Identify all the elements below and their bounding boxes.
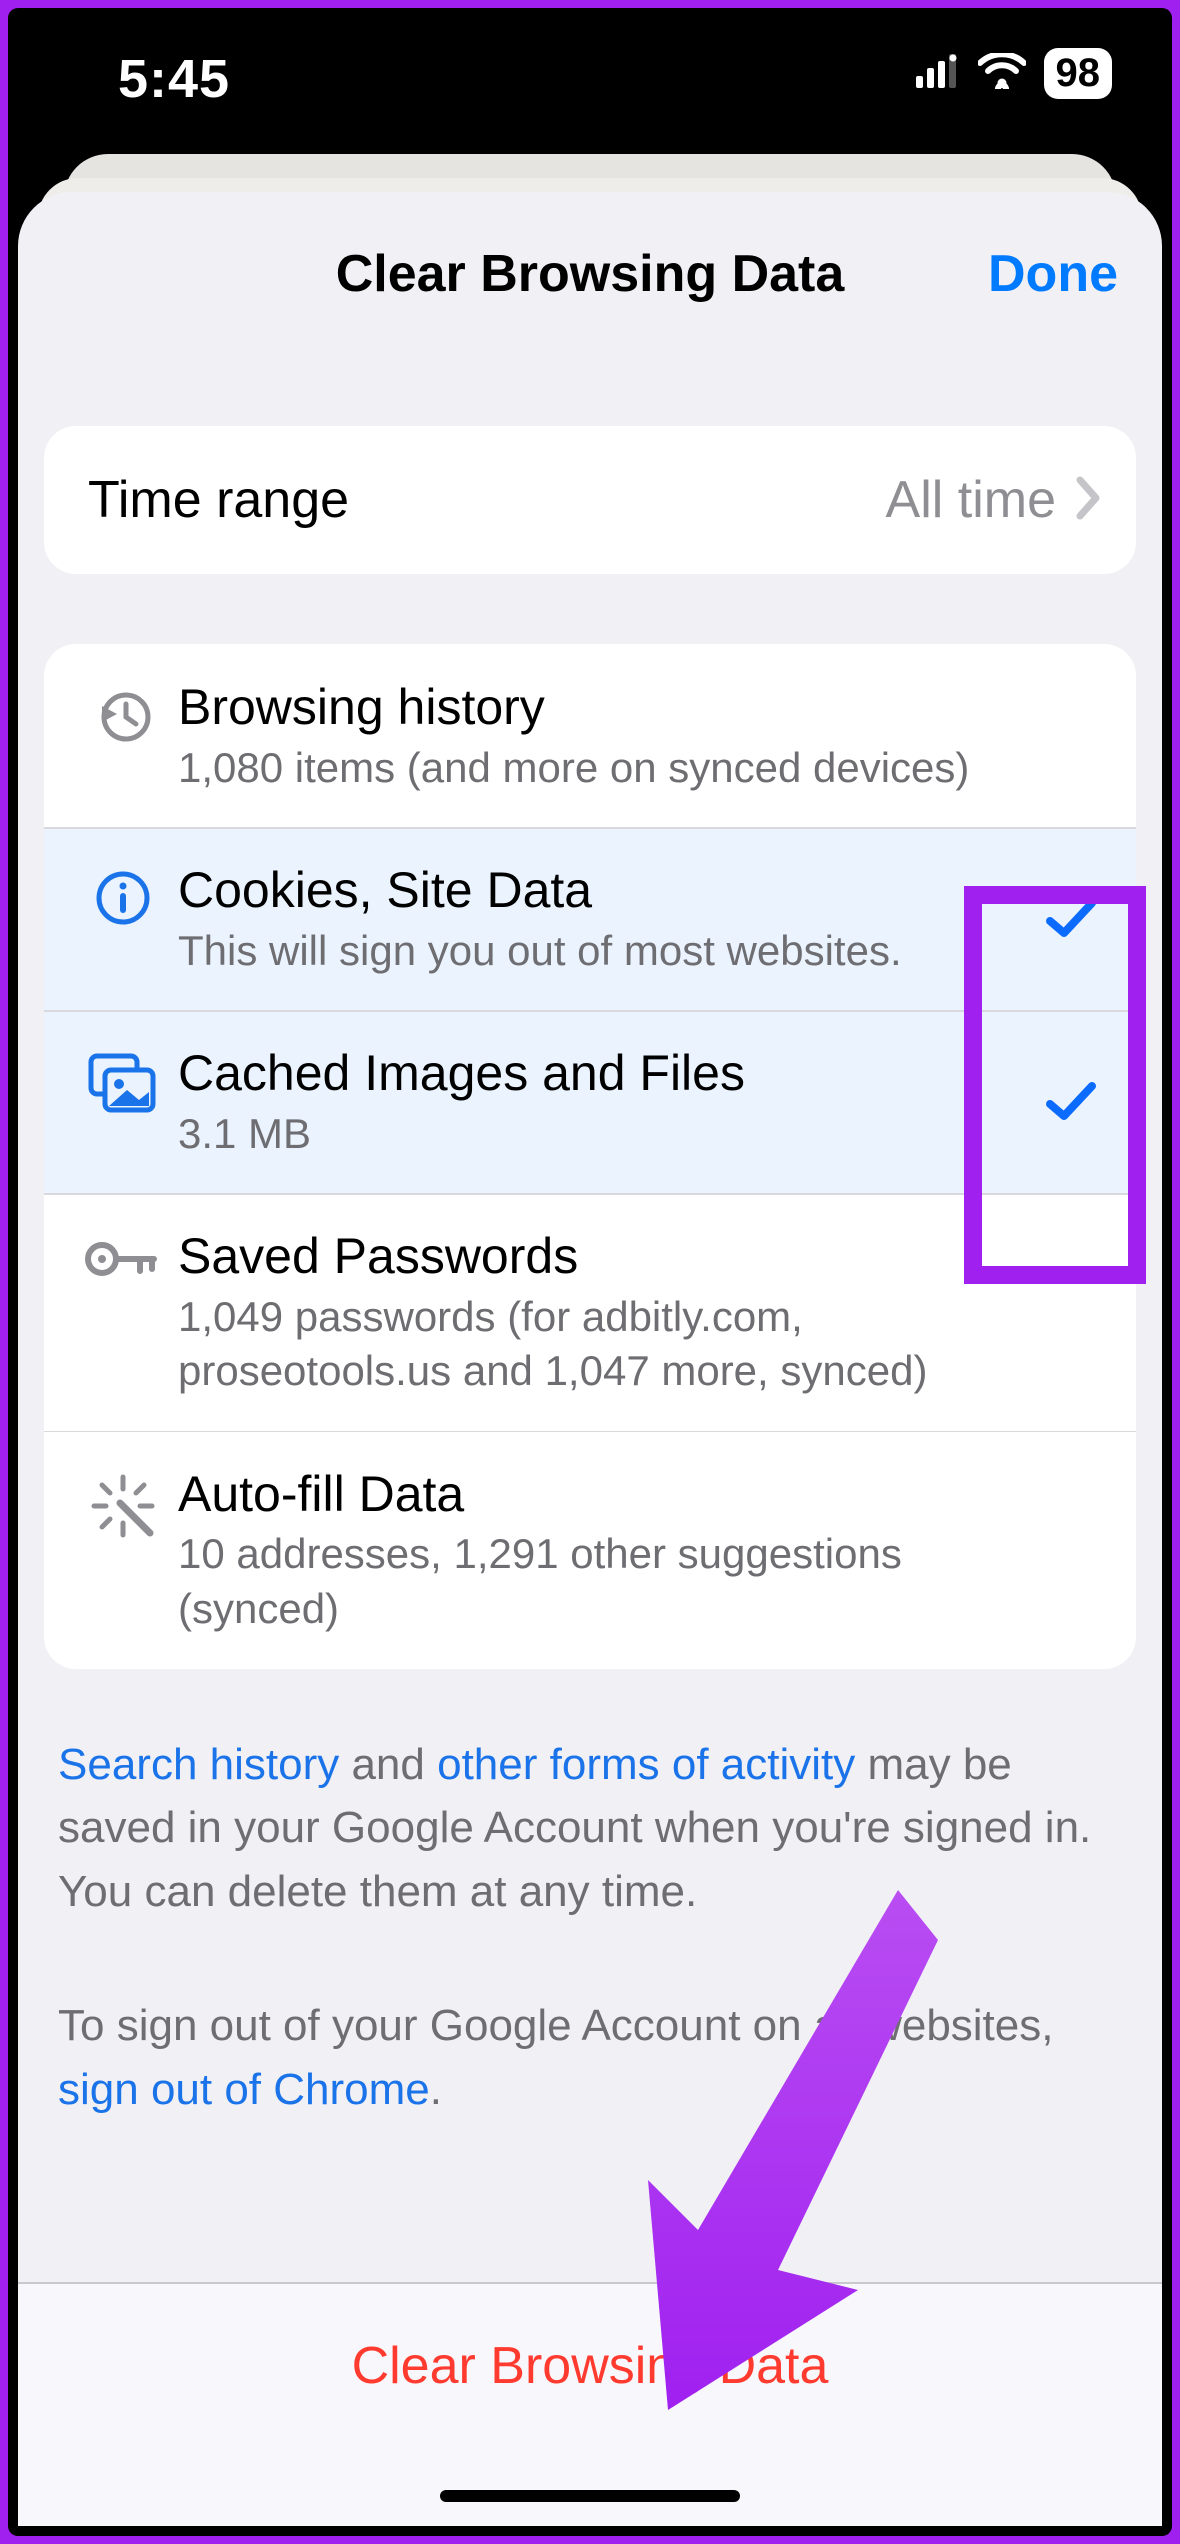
bottom-bar: Clear Browsing Data — [18, 2282, 1162, 2526]
history-icon — [68, 676, 178, 748]
footer-text: and — [339, 1740, 437, 1789]
data-type-row[interactable]: Saved Passwords1,049 passwords (for adbi… — [44, 1193, 1136, 1431]
status-bar: 5:45 98 — [8, 8, 1172, 148]
status-time: 5:45 — [118, 48, 230, 110]
footer-para-2: To sign out of your Google Account on al… — [58, 1994, 1122, 2122]
time-range-card: Time range All time — [44, 426, 1136, 574]
row-body: Auto-fill Data10 addresses, 1,291 other … — [178, 1463, 1036, 1637]
info-icon — [68, 859, 178, 927]
data-types-card: Browsing history1,080 items (and more on… — [44, 644, 1136, 1669]
search-history-link[interactable]: Search history — [58, 1740, 339, 1789]
images-icon — [68, 1042, 178, 1114]
clear-browsing-data-button[interactable]: Clear Browsing Data — [352, 2336, 829, 2396]
page-title: Clear Browsing Data — [336, 244, 845, 304]
cellular-icon — [916, 54, 960, 93]
row-body: Browsing history1,080 items (and more on… — [178, 676, 1036, 795]
row-subtitle: 10 addresses, 1,291 other suggestions (s… — [178, 1527, 1026, 1636]
row-body: Cached Images and Files3.1 MB — [178, 1042, 1036, 1161]
data-type-row[interactable]: Cached Images and Files3.1 MB — [44, 1010, 1136, 1193]
time-range-label: Time range — [88, 470, 886, 530]
checkmark-icon — [1036, 1080, 1106, 1124]
device-frame: 5:45 98 — [8, 8, 1172, 2536]
row-subtitle: This will sign you out of most websites. — [178, 924, 1026, 979]
sheet-header: Clear Browsing Data Done — [18, 192, 1162, 356]
row-subtitle: 1,080 items (and more on synced devices) — [178, 741, 1026, 796]
footer-text: . — [430, 2065, 442, 2114]
row-subtitle: 3.1 MB — [178, 1107, 1026, 1162]
data-type-row[interactable]: Auto-fill Data10 addresses, 1,291 other … — [44, 1431, 1136, 1669]
home-indicator — [440, 2490, 740, 2502]
checkmark-icon — [1036, 897, 1106, 941]
chevron-right-icon — [1074, 476, 1102, 525]
row-body: Saved Passwords1,049 passwords (for adbi… — [178, 1225, 1036, 1399]
row-subtitle: 1,049 passwords (for adbitly.com, proseo… — [178, 1290, 1026, 1399]
footer-text: To sign out of your Google Account on al… — [58, 2001, 1053, 2050]
time-range-value: All time — [886, 470, 1056, 530]
row-title: Cookies, Site Data — [178, 859, 1026, 922]
row-title: Auto-fill Data — [178, 1463, 1026, 1526]
footer-para-1: Search history and other forms of activi… — [58, 1733, 1122, 1924]
battery-indicator: 98 — [1044, 48, 1113, 99]
wand-icon — [68, 1463, 178, 1539]
wifi-icon — [978, 53, 1026, 94]
row-title: Cached Images and Files — [178, 1042, 1026, 1105]
time-range-row[interactable]: Time range All time — [44, 426, 1136, 574]
modal-sheet: Clear Browsing Data Done Time range All … — [18, 192, 1162, 2526]
data-type-row[interactable]: Browsing history1,080 items (and more on… — [44, 644, 1136, 827]
status-right: 98 — [916, 48, 1113, 99]
other-activity-link[interactable]: other forms of activity — [437, 1740, 855, 1789]
data-type-row[interactable]: Cookies, Site DataThis will sign you out… — [44, 827, 1136, 1010]
row-body: Cookies, Site DataThis will sign you out… — [178, 859, 1036, 978]
row-title: Saved Passwords — [178, 1225, 1026, 1288]
footer-note: Search history and other forms of activi… — [18, 1733, 1162, 2122]
content: Time range All time Browsing history1,08… — [18, 426, 1162, 1669]
sign-out-chrome-link[interactable]: sign out of Chrome — [58, 2065, 430, 2114]
row-title: Browsing history — [178, 676, 1026, 739]
key-icon — [68, 1225, 178, 1283]
done-button[interactable]: Done — [988, 244, 1118, 304]
